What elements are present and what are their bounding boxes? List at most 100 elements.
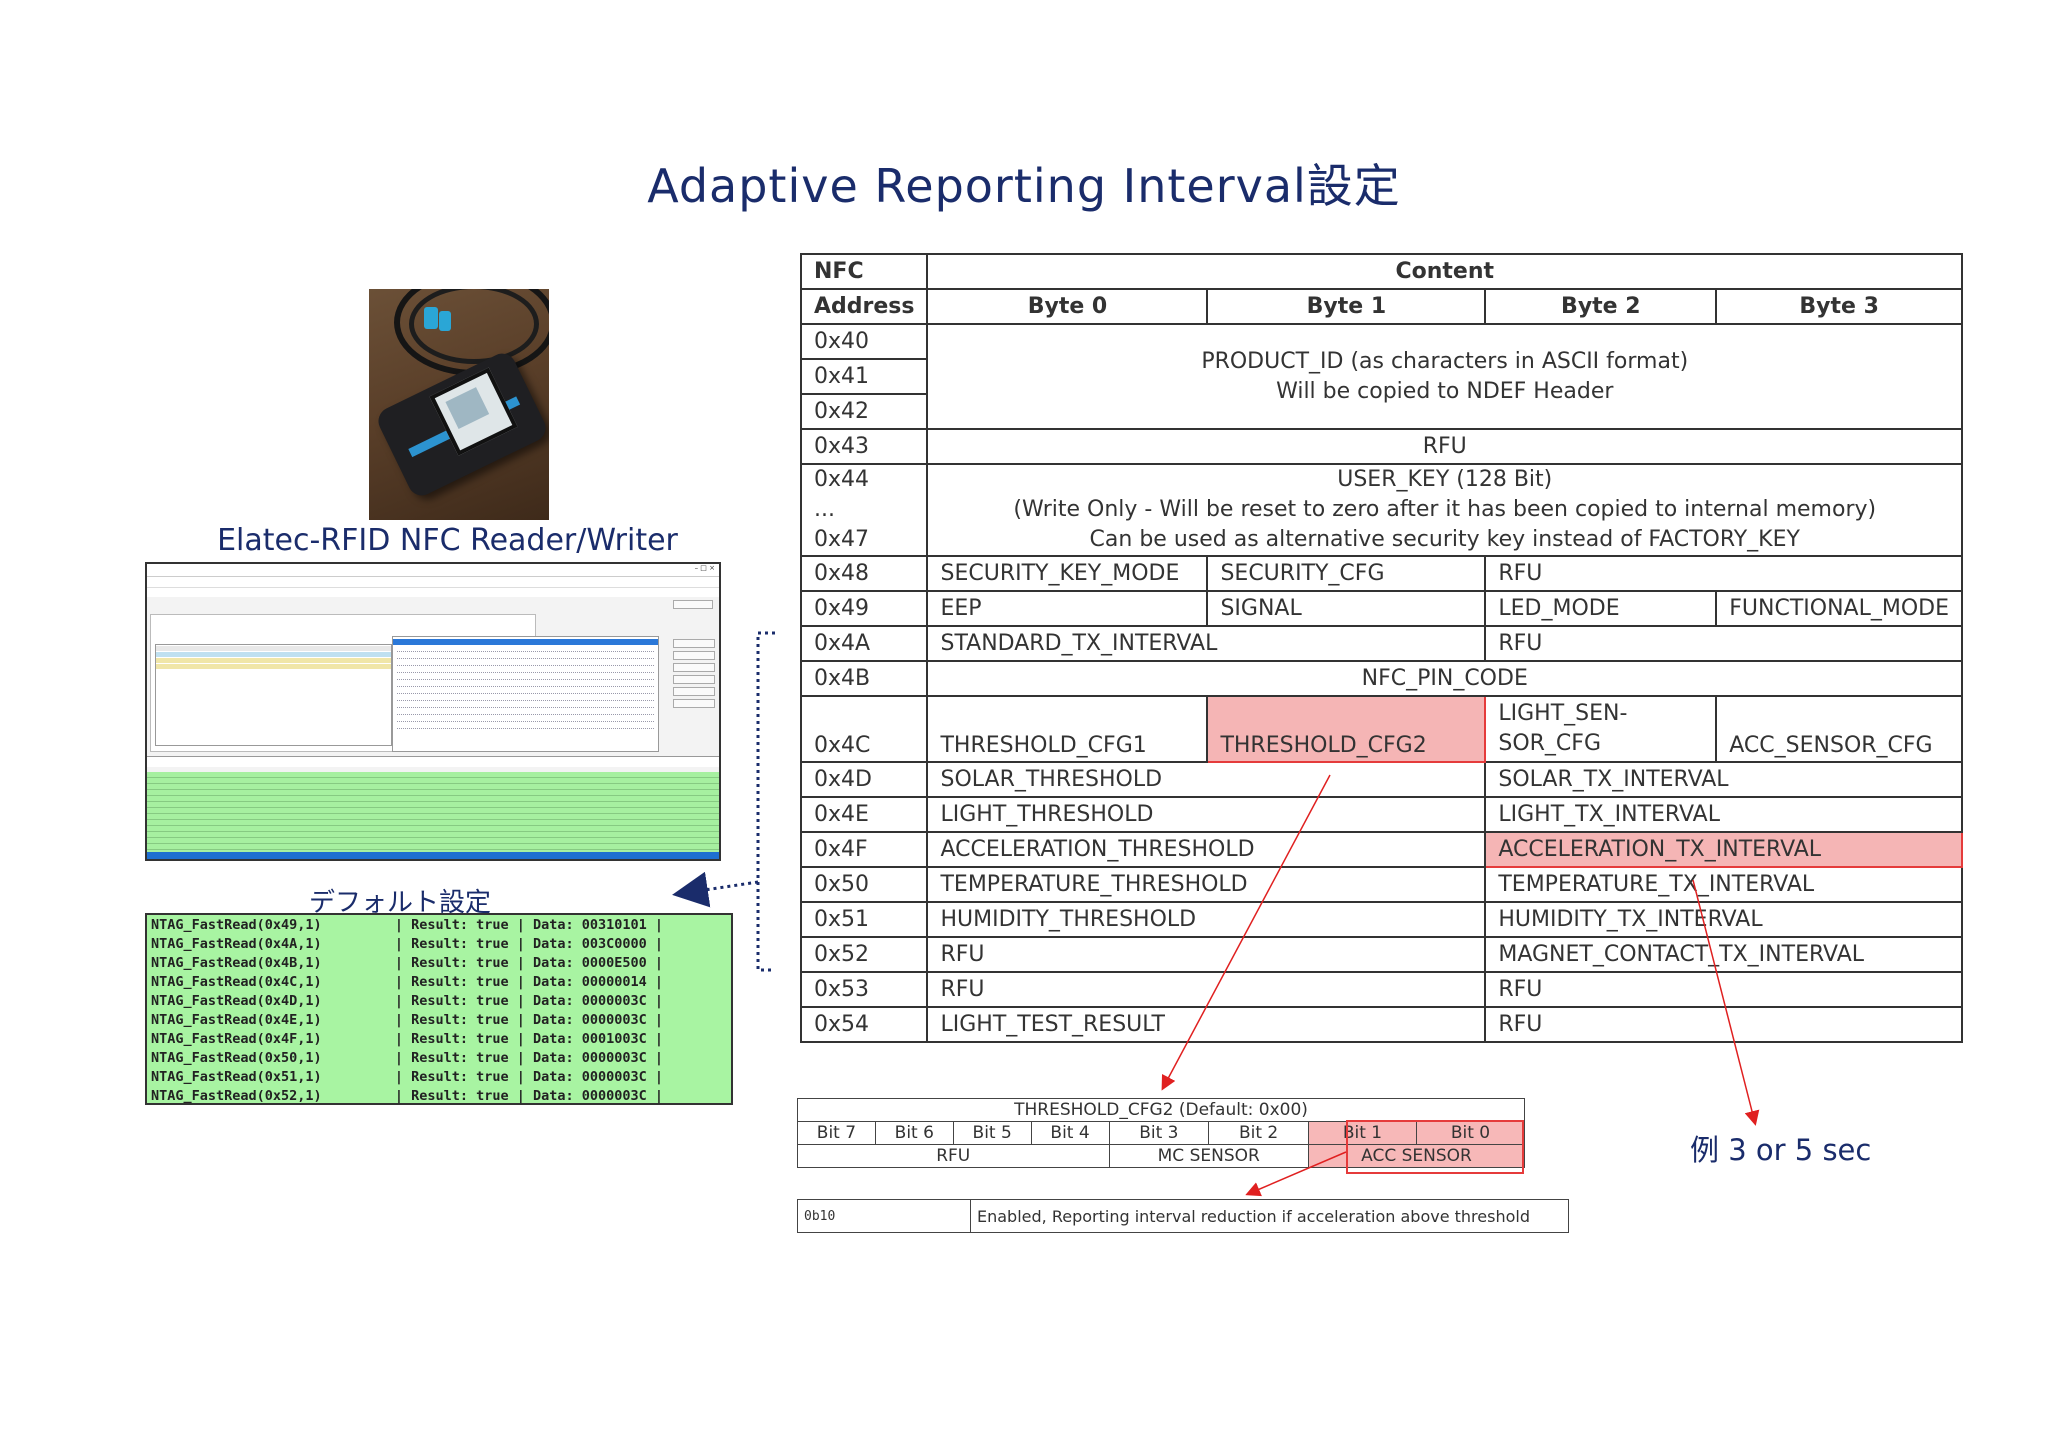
console-line: NTAG_FastRead(0x4D,1) | Result: true | D… bbox=[151, 993, 664, 1009]
field-cell: LIGHT_SEN- SOR_CFG bbox=[1484, 695, 1718, 763]
address-cell: 0x4A bbox=[799, 625, 929, 662]
address-cell: 0x51 bbox=[799, 901, 929, 938]
enable-value-table: 0b10 Enabled, Reporting interval reducti… bbox=[797, 1199, 1569, 1233]
enable-description: Enabled, Reporting interval reduction if… bbox=[970, 1199, 1569, 1233]
console-line: NTAG_FastRead(0x4A,1) | Result: true | D… bbox=[151, 936, 664, 952]
light-sensor-cfg-line2: SOR_CFG bbox=[1498, 731, 1601, 756]
reader-caption: Elatec-RFID NFC Reader/Writer bbox=[217, 523, 678, 558]
address-cell: 0x4C bbox=[799, 695, 929, 763]
field-cell: THRESHOLD_CFG1 bbox=[926, 695, 1209, 763]
field-cell: RFU bbox=[926, 936, 1487, 973]
bit-label: Bit 2 bbox=[1208, 1121, 1309, 1145]
byte2-header: Byte 2 bbox=[1484, 288, 1718, 325]
console-line: NTAG_FastRead(0x49,1) | Result: true | D… bbox=[151, 917, 664, 933]
field-cell: FUNCTIONAL_MODE bbox=[1715, 590, 1963, 627]
console-output: NTAG_FastRead(0x49,1) | Result: true | D… bbox=[145, 913, 733, 1105]
field-cell: LIGHT_THRESHOLD bbox=[926, 796, 1487, 833]
console-line: NTAG_FastRead(0x4B,1) | Result: true | D… bbox=[151, 955, 664, 971]
product-id-cell: PRODUCT_ID (as characters in ASCII forma… bbox=[926, 323, 1963, 430]
acceleration-tx-interval-cell: ACCELERATION_TX_INTERVAL bbox=[1484, 831, 1963, 868]
address-cell: 0x48 bbox=[799, 555, 929, 592]
field-cell: LIGHT_TEST_RESULT bbox=[926, 1006, 1487, 1043]
address-cell: 0x41 bbox=[799, 358, 929, 395]
address-ellipsis: ... bbox=[814, 497, 835, 522]
field-cell: LIGHT_TX_INTERVAL bbox=[1484, 796, 1963, 833]
address-cell: 0x43 bbox=[799, 428, 929, 465]
field-cell: SOLAR_THRESHOLD bbox=[926, 761, 1487, 798]
field-cell: MAGNET_CONTACT_TX_INTERVAL bbox=[1484, 936, 1963, 973]
field-cell: HUMIDITY_TX_INTERVAL bbox=[1484, 901, 1963, 938]
field-cell: RFU bbox=[1484, 555, 1963, 592]
console-line: NTAG_FastRead(0x4C,1) | Result: true | D… bbox=[151, 974, 664, 990]
address-cell: 0x44 bbox=[814, 467, 870, 492]
user-key-line3: Can be used as alternative security key … bbox=[1089, 527, 1800, 552]
bit-label: Bit 5 bbox=[952, 1121, 1032, 1145]
threshold-cfg2-cell: THRESHOLD_CFG2 bbox=[1206, 695, 1487, 763]
field-cell: TEMPERATURE_TX_INTERVAL bbox=[1484, 866, 1963, 903]
address-header: Address bbox=[799, 288, 929, 325]
byte0-header: Byte 0 bbox=[926, 288, 1209, 325]
field-cell: EEP bbox=[926, 590, 1209, 627]
address-cell: 0x54 bbox=[799, 1006, 929, 1043]
console-line: NTAG_FastRead(0x51,1) | Result: true | D… bbox=[151, 1069, 664, 1085]
field-cell: HUMIDITY_THRESHOLD bbox=[926, 901, 1487, 938]
console-line: NTAG_FastRead(0x4F,1) | Result: true | D… bbox=[151, 1031, 664, 1047]
bit-label: Bit 6 bbox=[874, 1121, 954, 1145]
field-cell: STANDARD_TX_INTERVAL bbox=[926, 625, 1487, 662]
user-key-cell: USER_KEY (128 Bit) (Write Only - Will be… bbox=[926, 463, 1963, 557]
field-cell: SECURITY_KEY_MODE bbox=[926, 555, 1209, 592]
acc-sensor-highlight bbox=[1346, 1120, 1524, 1174]
byte1-header: Byte 1 bbox=[1206, 288, 1487, 325]
product-id-line1: PRODUCT_ID (as characters in ASCII forma… bbox=[1201, 348, 1689, 374]
nfc-register-table: NFC Content Address Byte 0 Byte 1 Byte 2… bbox=[799, 253, 1963, 1043]
product-id-line2: Will be copied to NDEF Header bbox=[1276, 378, 1614, 404]
enable-code: 0b10 bbox=[797, 1199, 971, 1233]
field-cell: LED_MODE bbox=[1484, 590, 1718, 627]
nfc-header: NFC bbox=[799, 253, 929, 290]
bit-label: Bit 4 bbox=[1030, 1121, 1110, 1145]
address-cell: 0x42 bbox=[799, 393, 929, 430]
field-cell: RFU bbox=[1484, 625, 1963, 662]
address-cell: 0x40 bbox=[799, 323, 929, 360]
dotted-arrow bbox=[672, 871, 759, 908]
user-key-line1: USER_KEY (128 Bit) bbox=[1337, 467, 1553, 492]
console-line: NTAG_FastRead(0x4E,1) | Result: true | D… bbox=[151, 1012, 664, 1028]
address-cell: 0x52 bbox=[799, 936, 929, 973]
address-cell: 0x53 bbox=[799, 971, 929, 1008]
field-cell: SECURITY_CFG bbox=[1206, 555, 1487, 592]
address-cell: 0x4F bbox=[799, 831, 929, 868]
bit-label: Bit 3 bbox=[1108, 1121, 1210, 1145]
light-sensor-cfg-line1: LIGHT_SEN- bbox=[1498, 701, 1628, 726]
field-cell: RFU bbox=[1484, 971, 1963, 1008]
reader-app-screenshot: – □ × bbox=[145, 562, 721, 861]
address-cell: 0x49 bbox=[799, 590, 929, 627]
address-cell: 0x4D bbox=[799, 761, 929, 798]
address-cell: 0x50 bbox=[799, 866, 929, 903]
field-cell: ACC_SENSOR_CFG bbox=[1715, 695, 1963, 763]
reader-photo bbox=[369, 289, 549, 520]
address-cell-group: 0x44 ... 0x47 bbox=[799, 463, 929, 557]
field-cell: RFU bbox=[926, 971, 1487, 1008]
content-header: Content bbox=[926, 253, 1963, 290]
user-key-line2: (Write Only - Will be reset to zero afte… bbox=[1013, 497, 1877, 522]
rfu-cell: RFU bbox=[926, 428, 1963, 465]
field-cell: TEMPERATURE_THRESHOLD bbox=[926, 866, 1487, 903]
address-cell: 0x4B bbox=[799, 660, 929, 697]
address-cell: 0x4E bbox=[799, 796, 929, 833]
example-note: 例 3 or 5 sec bbox=[1690, 1133, 1872, 1167]
field-cell: SOLAR_TX_INTERVAL bbox=[1484, 761, 1963, 798]
rfu-bits: RFU bbox=[797, 1144, 1110, 1168]
threshold-table-title: THRESHOLD_CFG2 (Default: 0x00) bbox=[797, 1098, 1525, 1122]
mc-sensor-bits: MC SENSOR bbox=[1108, 1144, 1309, 1168]
byte3-header: Byte 3 bbox=[1715, 288, 1963, 325]
field-cell: RFU bbox=[1484, 1006, 1963, 1043]
field-cell: NFC_PIN_CODE bbox=[926, 660, 1963, 697]
address-cell: 0x47 bbox=[814, 527, 870, 552]
console-line: NTAG_FastRead(0x52,1) | Result: true | D… bbox=[151, 1088, 664, 1104]
slide-title: Adaptive Reporting Interval設定 bbox=[647, 159, 1401, 213]
field-cell: SIGNAL bbox=[1206, 590, 1487, 627]
console-line: NTAG_FastRead(0x50,1) | Result: true | D… bbox=[151, 1050, 664, 1066]
field-cell: ACCELERATION_THRESHOLD bbox=[926, 831, 1487, 868]
bit-label: Bit 7 bbox=[797, 1121, 876, 1145]
dotted-connector bbox=[756, 631, 775, 972]
